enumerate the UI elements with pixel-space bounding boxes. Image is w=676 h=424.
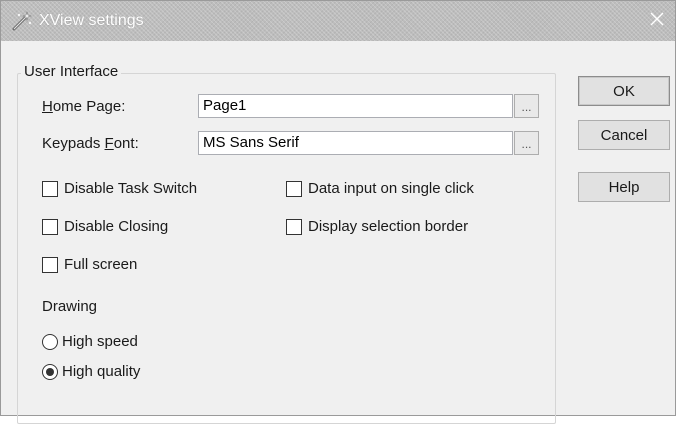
checkbox-box[interactable] [42,257,58,273]
home-page-label-rest: ome Page: [52,98,126,115]
checkbox-label: Display selection border [308,218,469,235]
disable-closing-checkbox[interactable]: Disable Closing [42,217,168,237]
checkbox-box[interactable] [42,181,58,197]
window-title: XView settings [39,12,144,29]
data-input-single-click-checkbox[interactable]: Data input on single click [286,179,474,199]
close-icon [650,12,664,31]
title-bar[interactable]: XView settings [1,1,675,41]
radio-label: High quality [62,363,141,380]
radio-dot [46,368,54,376]
radio-label: High speed [62,333,138,350]
home-page-label: Home Page: [42,97,125,117]
xview-settings-dialog: XView settings User Interface Home Page:… [0,0,676,424]
keypads-font-label: Keypads Font: [42,134,139,154]
keypads-font-browse-button[interactable]: ... [514,131,539,155]
home-page-mnemonic: H [42,98,53,115]
keypads-font-label-start: Keypads [42,135,105,152]
close-button[interactable] [643,7,671,35]
display-selection-border-checkbox[interactable]: Display selection border [286,217,468,237]
full-screen-checkbox[interactable]: Full screen [42,255,137,275]
disable-task-switch-checkbox[interactable]: Disable Task Switch [42,179,197,199]
ok-button[interactable]: OK [578,76,670,106]
checkbox-label: Data input on single click [308,180,474,197]
home-page-input[interactable]: Page1 [198,94,513,118]
home-page-browse-button[interactable]: ... [514,94,539,118]
cancel-button[interactable]: Cancel [578,120,670,150]
checkbox-label: Disable Closing [64,218,169,235]
drawing-label: Drawing [42,298,98,315]
keypads-font-mnemonic: F [104,135,114,152]
help-button[interactable]: Help [578,172,670,202]
keypads-font-label-end: ont: [113,135,139,152]
high-quality-radio[interactable]: High quality [42,362,140,382]
checkbox-label: Disable Task Switch [64,180,198,197]
high-speed-radio[interactable]: High speed [42,332,138,352]
checkbox-label: Full screen [64,256,138,273]
checkbox-box[interactable] [286,181,302,197]
group-legend: User Interface [21,62,122,82]
settings-wand-icon [11,10,33,32]
radio-circle[interactable] [42,334,58,350]
dialog-body: User Interface Home Page: Page1 ... Keyp… [1,41,675,424]
checkbox-box[interactable] [42,219,58,235]
checkbox-box[interactable] [286,219,302,235]
keypads-font-input[interactable]: MS Sans Serif [198,131,513,155]
radio-circle-selected[interactable] [42,364,58,380]
